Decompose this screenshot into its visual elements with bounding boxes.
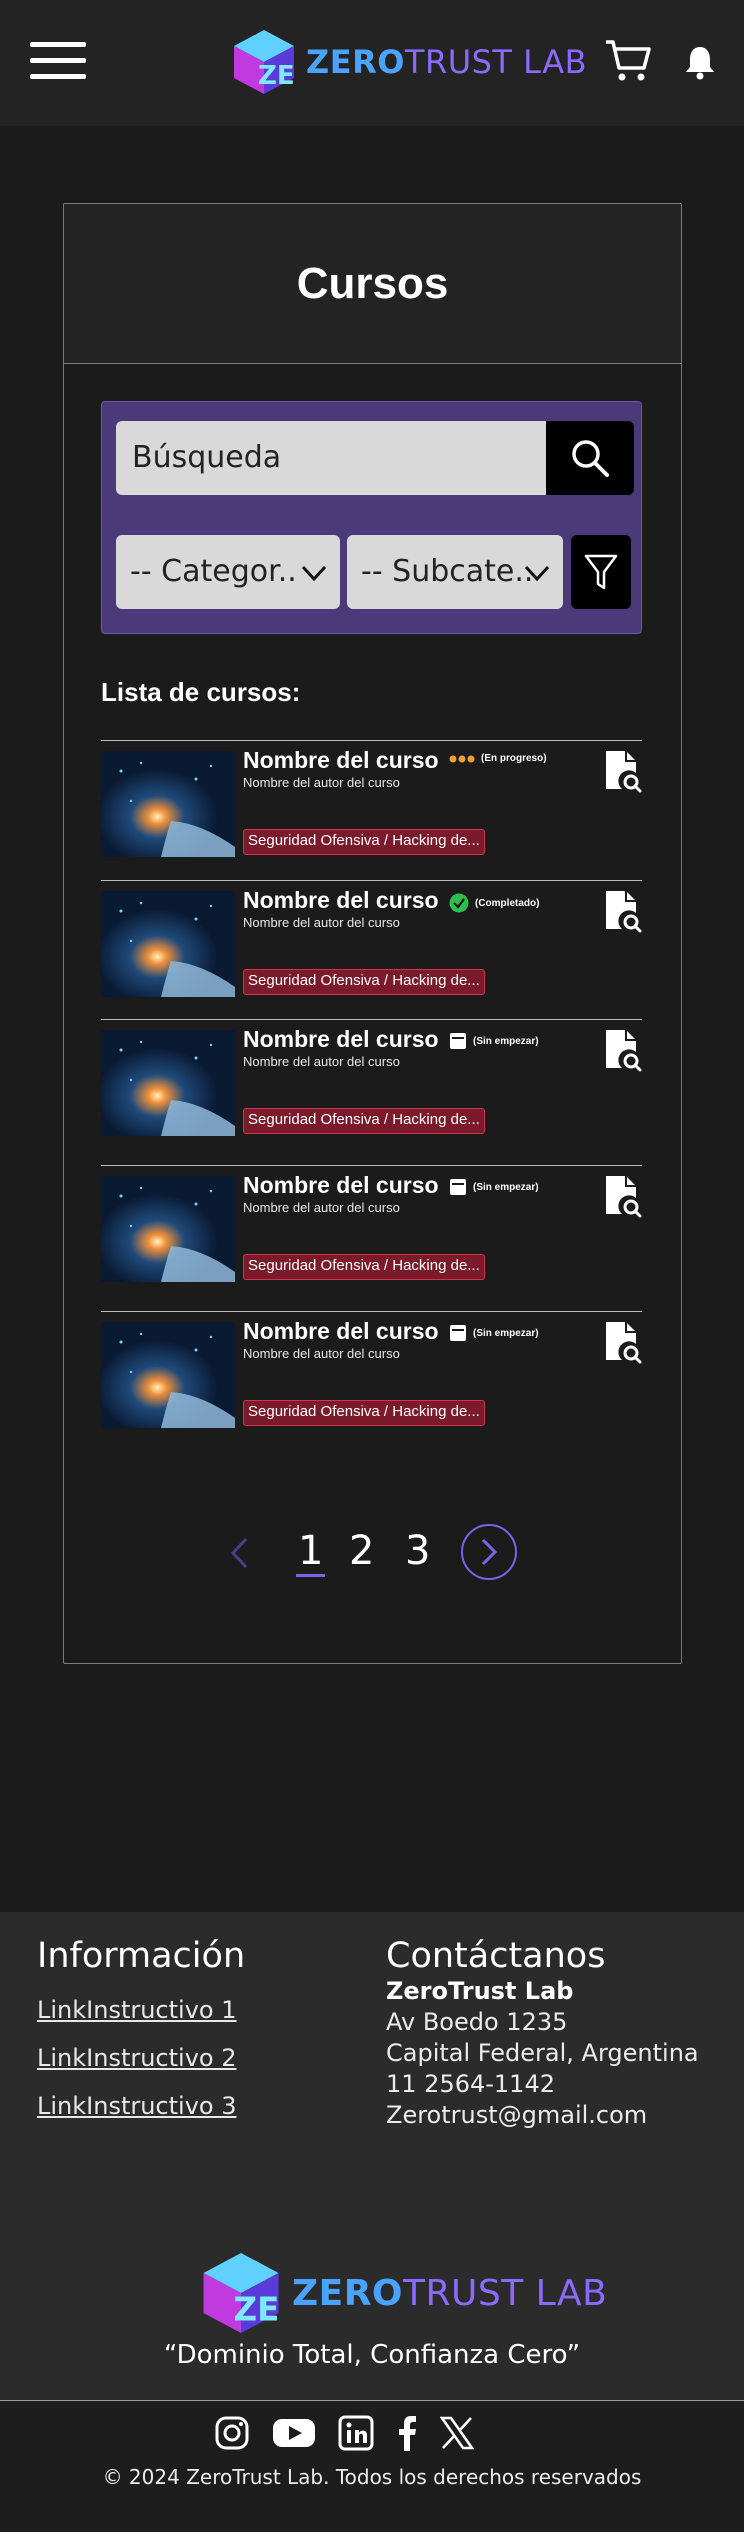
email[interactable]: Zerotrust@gmail.com [386,2100,699,2131]
info-section: Información LinkInstructivo 1 LinkInstru… [37,1936,245,2120]
svg-text:ZE: ZE [234,2291,280,2329]
course-status: (Sin empezar) [449,1324,539,1342]
document-search-icon[interactable] [604,1320,642,1364]
next-page-button[interactable] [461,1524,517,1580]
course-row[interactable]: Nombre del curso (Completado) Nombre del a… [101,880,642,1020]
linkedin-icon[interactable] [338,2415,374,2456]
document-search-icon[interactable] [604,889,642,933]
info-heading: Información [37,1936,246,1976]
box-icon [449,1032,467,1050]
filter-button[interactable] [571,535,631,609]
filter-icon [584,554,618,590]
course-name[interactable]: Nombre del curso [243,1172,439,1199]
document-search-icon[interactable] [604,1174,642,1218]
status-label: (Sin empezar) [473,1327,539,1339]
footer-link-1[interactable]: LinkInstructivo 1 [37,1996,245,2024]
card-header: Cursos [64,204,681,364]
category-tag: Seguridad Ofensiva / Hacking de... [243,1254,485,1280]
cube-logo-icon: ZE [203,2253,280,2333]
course-name[interactable]: Nombre del curso [243,747,439,774]
course-author: Nombre del autor del curso [243,1054,400,1069]
footer: Información LinkInstructivo 1 LinkInstru… [0,1912,744,2532]
cube-logo-icon: ZE [234,30,295,94]
course-author: Nombre del autor del curso [243,1346,400,1361]
chevron-down-icon [301,565,327,582]
status-label: (Sin empezar) [473,1181,539,1193]
course-thumbnail[interactable] [101,891,235,997]
course-status: (Sin empezar) [449,1178,539,1196]
course-thumbnail[interactable] [101,751,235,857]
course-list-label: Lista de cursos: [101,677,301,707]
category-tag: Seguridad Ofensiva / Hacking de... [243,1108,485,1134]
dots-icon [449,754,475,764]
course-status: (En progreso) [449,753,547,764]
course-author: Nombre del autor del curso [243,775,400,790]
facebook-icon[interactable] [396,2415,418,2456]
youtube-icon[interactable] [272,2417,316,2454]
slogan: “Dominio Total, Confianza Cero” [163,2340,581,2370]
chevron-right-icon [481,1538,498,1566]
page-title: Cursos [296,258,449,308]
search-input[interactable]: Búsqueda [116,421,546,495]
address-line-2: Capital Federal, Argentina [386,2039,699,2067]
phone: 11 2564-1142 [386,2070,555,2098]
pagination: 1 2 3 [64,1524,683,1584]
cart-icon[interactable] [604,38,652,84]
bell-icon[interactable] [684,44,716,80]
course-name[interactable]: Nombre del curso [243,1318,439,1345]
course-row[interactable]: Nombre del curso (Sin empezar) Nombre del … [101,1019,642,1159]
course-row[interactable]: Nombre del curso (Sin empezar) Nombre del … [101,1165,642,1305]
course-status: (Sin empezar) [449,1032,539,1050]
document-search-icon[interactable] [604,749,642,793]
footer-bottom: © 2024 ZeroTrust Lab. Todos los derechos… [0,2400,744,2532]
category-tag: Seguridad Ofensiva / Hacking de... [243,969,485,995]
hamburger-icon[interactable] [30,42,86,80]
status-label: (En progreso) [481,753,547,764]
box-icon [449,1324,467,1342]
footer-logo: ZE ZEROTRUST LAB [196,2248,607,2338]
page-2-button[interactable]: 2 [349,1528,374,1574]
company-name: ZeroTrust Lab [386,1977,574,2005]
search-button[interactable] [546,421,634,495]
top-header: ZE ZEROTRUST LAB [0,0,744,126]
page-1-button[interactable]: 1 [296,1528,326,1577]
instagram-icon[interactable] [214,2415,250,2456]
category-select[interactable]: -- Categor.. [116,535,340,609]
course-name[interactable]: Nombre del curso [243,1026,439,1053]
logo[interactable]: ZE ZEROTRUST LAB [228,26,587,98]
status-label: (Completado) [475,897,540,909]
social-links [214,2415,475,2456]
footer-link-2[interactable]: LinkInstructivo 2 [37,2044,245,2072]
category-tag: Seguridad Ofensiva / Hacking de... [243,1400,485,1426]
chevron-left-icon[interactable] [228,1536,252,1570]
filter-panel: Búsqueda -- Categor.. -- Subcate.. [101,401,642,634]
document-search-icon[interactable] [604,1028,642,1072]
course-author: Nombre del autor del curso [243,915,400,930]
course-thumbnail[interactable] [101,1030,235,1136]
contact-section: Contáctanos ZeroTrust Lab Av Boedo 1235 … [386,1936,699,2131]
course-name[interactable]: Nombre del curso [243,887,439,914]
box-icon [449,1178,467,1196]
address-line-1: Av Boedo 1235 [386,2008,568,2036]
footer-link-3[interactable]: LinkInstructivo 3 [37,2092,245,2120]
course-author: Nombre del autor del curso [243,1200,400,1215]
course-thumbnail[interactable] [101,1322,235,1428]
category-tag: Seguridad Ofensiva / Hacking de... [243,829,485,855]
check-circle-icon [449,893,469,913]
page-3-button[interactable]: 3 [405,1528,430,1574]
x-icon[interactable] [439,2416,475,2455]
course-row[interactable]: Nombre del curso (En progreso) Nombre del … [101,740,642,880]
courses-card: Cursos Búsqueda -- Categor.. -- Subcate.… [63,203,682,1664]
course-row[interactable]: Nombre del curso (Sin empezar) Nombre del … [101,1311,642,1451]
course-status: (Completado) [449,893,539,913]
chevron-down-icon [524,565,550,582]
svg-text:ZE: ZE [258,61,295,91]
subcategory-select[interactable]: -- Subcate.. [347,535,563,609]
search-icon [572,440,609,477]
contact-heading: Contáctanos [386,1936,606,1976]
copyright: © 2024 ZeroTrust Lab. Todos los derechos… [102,2465,642,2489]
course-thumbnail[interactable] [101,1176,235,1282]
status-label: (Sin empezar) [473,1035,539,1047]
